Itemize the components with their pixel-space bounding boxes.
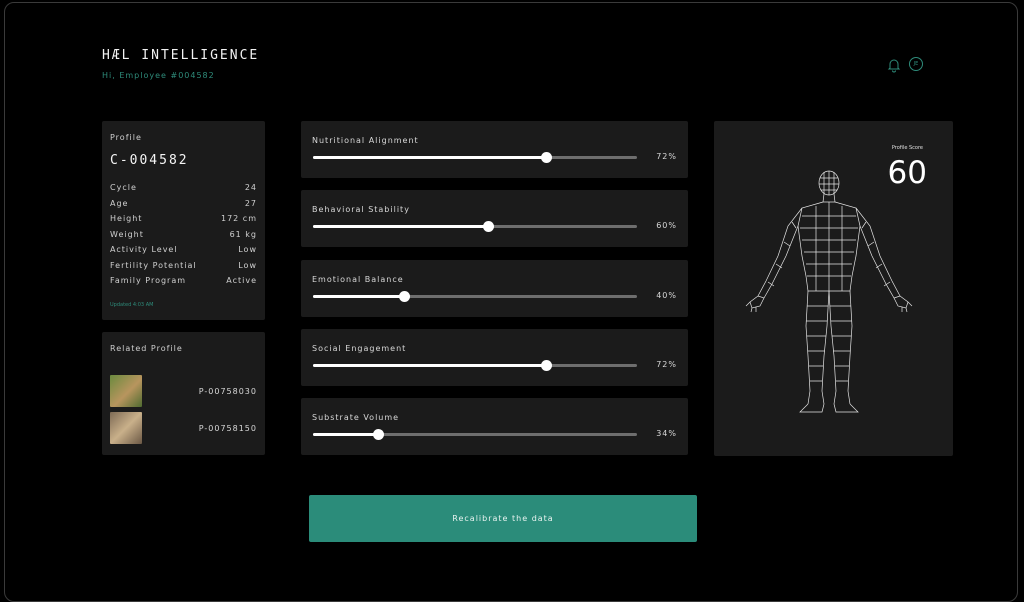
brand-logo: HÆL INTELLIGENCE (102, 48, 260, 63)
metric-label: Behavioral Stability (312, 205, 410, 214)
metric-slider[interactable] (313, 429, 637, 440)
profile-thumbnail (110, 412, 142, 444)
field-value: Low (238, 260, 257, 270)
slider-fill (313, 225, 488, 228)
metric-card: Substrate Volume 34% (301, 398, 688, 455)
related-profile-card: Related Profile P-00758030 P-00758150 (102, 332, 265, 455)
field-label: Activity Level (110, 245, 178, 254)
slider-handle[interactable] (398, 291, 410, 302)
field-row: Height 172 cm (110, 214, 257, 230)
slider-handle[interactable] (541, 152, 553, 163)
field-value: 172 cm (220, 214, 257, 223)
field-value: Low (238, 245, 257, 254)
related-item[interactable]: P-00758030 (110, 375, 257, 407)
field-row: Age 27 (110, 199, 257, 215)
metric-slider[interactable] (313, 360, 637, 371)
metric-percent: 72% (656, 152, 677, 161)
field-row: Activity Level Low (110, 245, 257, 261)
greeting-text: Hi, Employee #004582 (102, 71, 215, 80)
field-row: Family Program Active (110, 276, 257, 292)
metric-percent: 72% (656, 360, 677, 369)
metric-slider[interactable] (313, 152, 637, 163)
field-label: Family Program (110, 276, 187, 285)
related-id: P-00758150 (198, 423, 257, 433)
profile-fields: Cycle 24 Age 27 Height 172 cm Weight 61 kg A… (110, 183, 257, 292)
related-item[interactable]: P-00758150 (110, 412, 257, 444)
field-label: Height (110, 214, 143, 223)
field-label: Weight (110, 229, 144, 239)
metric-card: Emotional Balance 40% (301, 260, 688, 317)
metric-card: Behavioral Stability 60% (301, 190, 688, 247)
metric-percent: 34% (656, 429, 677, 438)
score-label: Profile Score (891, 145, 923, 151)
slider-handle[interactable] (372, 429, 384, 440)
field-row: Cycle 24 (110, 183, 257, 199)
field-label: Fertility Potential (110, 260, 197, 270)
field-row: Fertility Potential Low (110, 261, 257, 277)
avatar-button[interactable]: JE (909, 57, 923, 71)
profile-id: C-004582 (110, 153, 189, 168)
field-value: 24 (244, 183, 257, 192)
related-title: Related Profile (110, 344, 183, 353)
metric-percent: 40% (656, 291, 677, 300)
slider-handle[interactable] (482, 221, 494, 232)
slider-fill (313, 364, 547, 367)
profile-card: Profile C-004582 Cycle 24 Age 27 Height 172… (102, 121, 265, 320)
metric-label: Substrate Volume (312, 413, 400, 422)
metric-label: Nutritional Alignment (312, 136, 419, 145)
field-value: Active (226, 276, 257, 285)
field-row: Weight 61 kg (110, 230, 257, 246)
field-value: 27 (244, 198, 257, 208)
metric-slider[interactable] (313, 291, 637, 302)
bell-icon[interactable] (887, 57, 901, 73)
updated-timestamp: Updated 4:03 AM (110, 302, 154, 308)
recalibrate-button[interactable]: Recalibrate the data (309, 495, 697, 542)
metric-percent: 60% (656, 221, 677, 230)
profile-title: Profile (110, 133, 142, 142)
field-label: Cycle (110, 183, 137, 192)
metric-card: Nutritional Alignment 72% (301, 121, 688, 178)
metric-card: Social Engagement 72% (301, 329, 688, 386)
slider-fill (313, 433, 378, 436)
field-label: Age (110, 198, 129, 208)
profile-thumbnail (110, 375, 142, 407)
metric-label: Social Engagement (312, 344, 407, 353)
body-model-card: Profile Score 60 (714, 121, 953, 456)
metric-slider[interactable] (313, 221, 637, 232)
slider-handle[interactable] (541, 360, 553, 371)
wireframe-body-icon (745, 170, 913, 413)
slider-fill (313, 156, 547, 159)
slider-fill (313, 295, 404, 298)
field-value: 61 kg (229, 229, 257, 239)
metric-label: Emotional Balance (312, 275, 404, 284)
related-id: P-00758030 (198, 386, 257, 396)
